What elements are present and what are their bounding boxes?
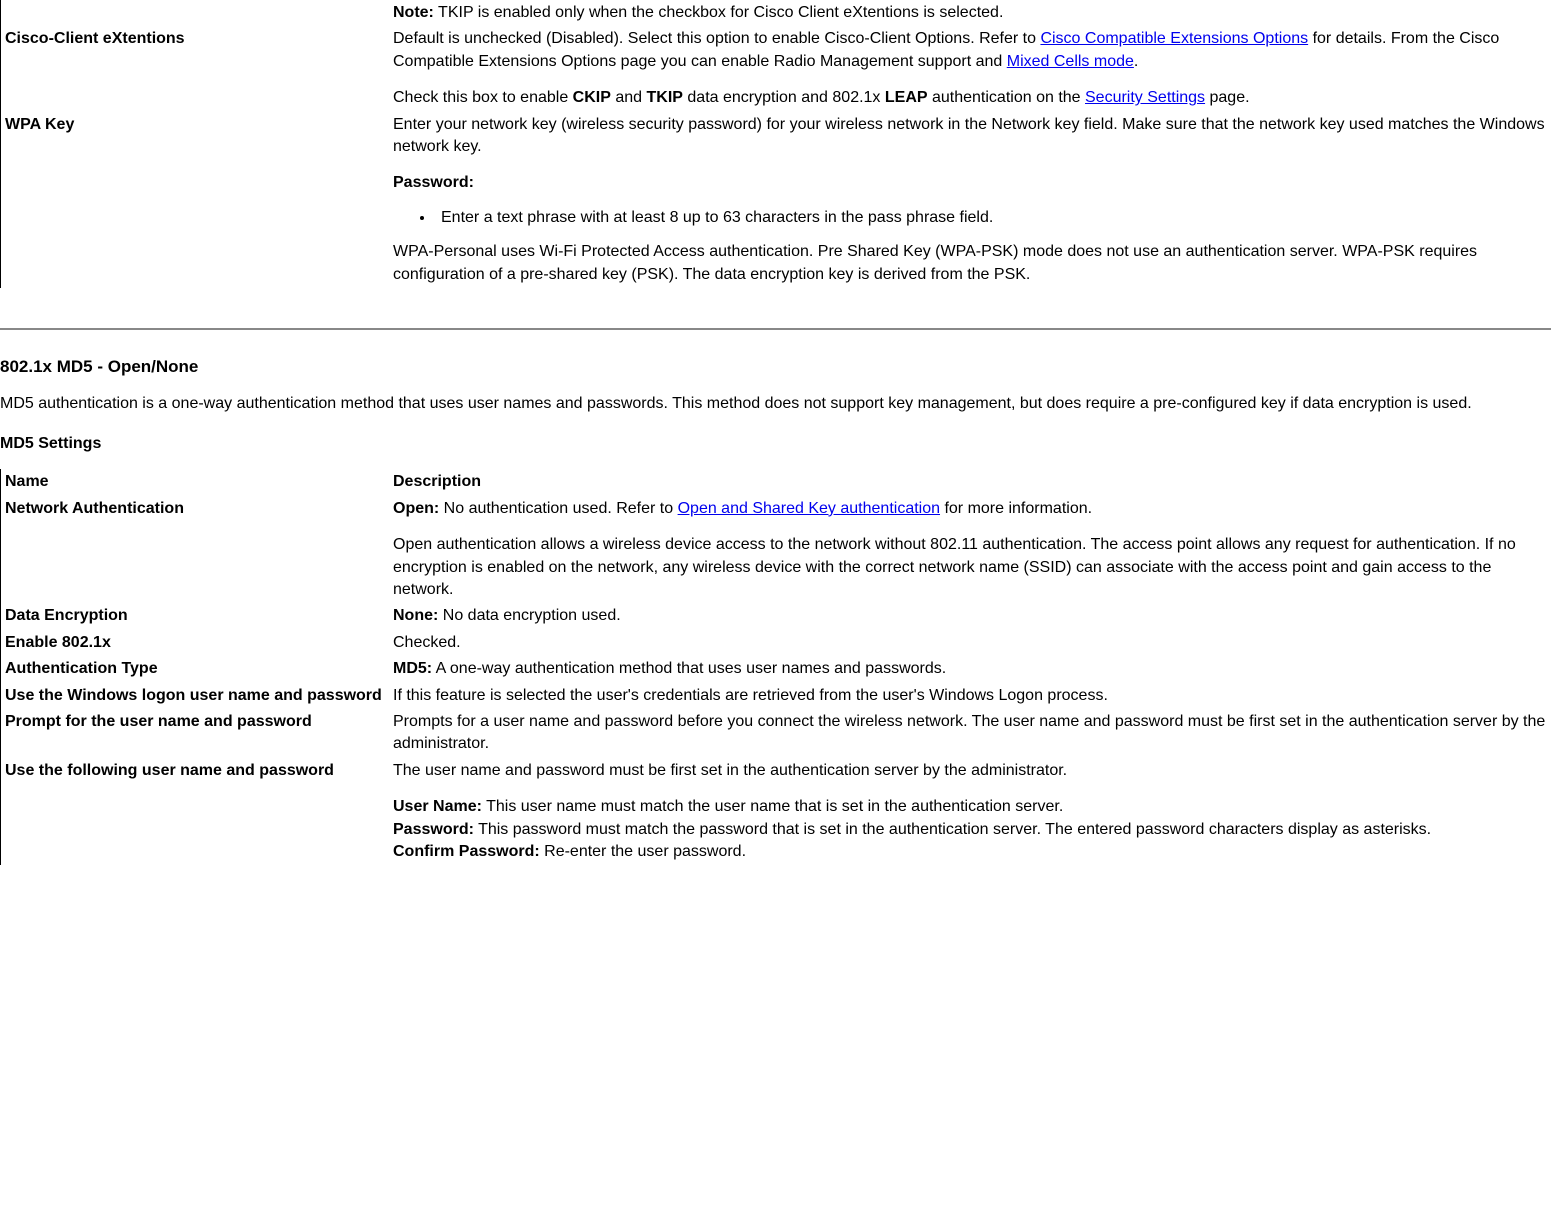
header-name: Name [1, 469, 390, 495]
winlogon-text: If this feature is selected the user's c… [389, 683, 1551, 709]
section-heading: 802.1x MD5 - Open/None [0, 355, 1551, 379]
table-header-row: Name Description [1, 469, 1551, 495]
enable-text: Checked. [389, 630, 1551, 656]
cisco-text: authentication on the [928, 89, 1085, 106]
netauth-name: Network Authentication [1, 496, 390, 604]
password-label: Password: [393, 172, 1547, 194]
dataenc-name: Data Encryption [1, 603, 390, 629]
cisco-text: data encryption and 802.1x [683, 89, 885, 106]
cisco-name: Cisco-Client eXtentions [1, 26, 390, 111]
note-label: Note: [393, 4, 434, 21]
authtype-text: A one-way authentication method that use… [432, 660, 946, 677]
following-text: The user name and password must be first… [393, 760, 1547, 782]
ckip-label: CKIP [573, 89, 611, 106]
sub-heading: MD5 Settings [0, 433, 1551, 455]
enable-name: Enable 802.1x [1, 630, 390, 656]
md5-label: MD5: [393, 660, 432, 677]
open-shared-link[interactable]: Open and Shared Key authentication [678, 500, 940, 517]
tkip-label: TKIP [647, 89, 683, 106]
table-row: WPA Key Enter your network key (wireless… [1, 112, 1551, 288]
security-settings-link[interactable]: Security Settings [1085, 89, 1205, 106]
username-text: This user name must match the user name … [482, 798, 1063, 815]
username-label: User Name: [393, 798, 482, 815]
password-text: This password must match the password th… [474, 821, 1431, 838]
confirm-label: Confirm Password: [393, 843, 540, 860]
table-row: Use the following user name and password… [1, 758, 1551, 866]
table-row: Data Encryption None: No data encryption… [1, 603, 1551, 629]
top-settings-table: Note: TKIP is enabled only when the chec… [0, 0, 1551, 288]
table-row: Cisco-Client eXtentions Default is unche… [1, 26, 1551, 111]
password-list: Enter a text phrase with at least 8 up t… [393, 207, 1547, 229]
wpa-name: WPA Key [1, 112, 390, 288]
netauth-text: No authentication used. Refer to [439, 500, 677, 517]
table-row: Network Authentication Open: No authenti… [1, 496, 1551, 604]
section-divider [0, 328, 1551, 330]
mixed-cells-link[interactable]: Mixed Cells mode [1007, 53, 1134, 70]
cisco-ext-link[interactable]: Cisco Compatible Extensions Options [1040, 30, 1308, 47]
table-row: Authentication Type MD5: A one-way authe… [1, 656, 1551, 682]
confirm-text: Re-enter the user password. [540, 843, 746, 860]
header-desc: Description [389, 469, 1551, 495]
wpa-text: Enter your network key (wireless securit… [393, 114, 1547, 159]
winlogon-name: Use the Windows logon user name and pass… [1, 683, 390, 709]
table-row: Prompt for the user name and password Pr… [1, 709, 1551, 758]
prompt-name: Prompt for the user name and password [1, 709, 390, 758]
cisco-text: Check this box to enable [393, 89, 573, 106]
none-label: None: [393, 607, 438, 624]
prompt-text: Prompts for a user name and password bef… [389, 709, 1551, 758]
cisco-text: . [1134, 53, 1138, 70]
dataenc-text: No data encryption used. [438, 607, 620, 624]
following-name: Use the following user name and password [1, 758, 390, 866]
netauth-text: for more information. [940, 500, 1092, 517]
md5-settings-table: Name Description Network Authentication … [0, 469, 1551, 865]
netauth-para: Open authentication allows a wireless de… [393, 534, 1546, 601]
password-label: Password: [393, 821, 474, 838]
table-row: Note: TKIP is enabled only when the chec… [1, 0, 1551, 26]
cisco-text: and [611, 89, 647, 106]
table-row: Use the Windows logon user name and pass… [1, 683, 1551, 709]
note-text: TKIP is enabled only when the checkbox f… [434, 4, 1004, 21]
wpa-text: WPA-Personal uses Wi-Fi Protected Access… [393, 241, 1547, 286]
authtype-name: Authentication Type [1, 656, 390, 682]
list-item: Enter a text phrase with at least 8 up t… [435, 207, 1547, 229]
cisco-text: Default is unchecked (Disabled). Select … [393, 30, 1040, 47]
leap-label: LEAP [885, 89, 928, 106]
cisco-text: page. [1205, 89, 1249, 106]
table-row: Enable 802.1x Checked. [1, 630, 1551, 656]
open-label: Open: [393, 500, 439, 517]
section-intro: MD5 authentication is a one-way authenti… [0, 393, 1551, 415]
